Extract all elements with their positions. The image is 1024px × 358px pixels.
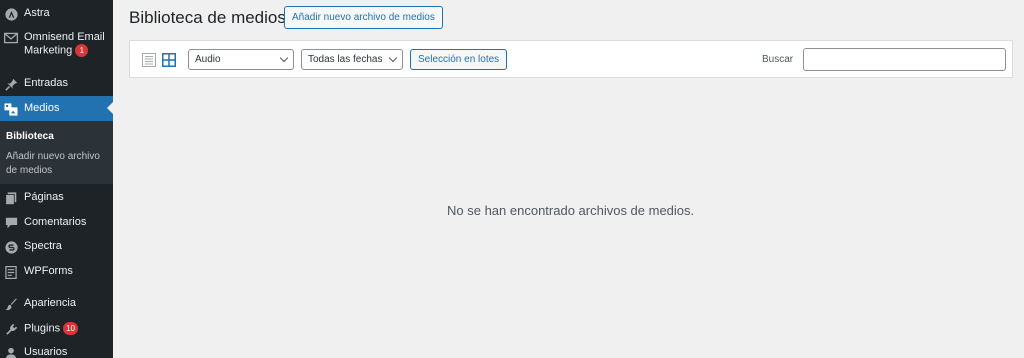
grid-view-icon[interactable] [162, 53, 176, 67]
sidebar-item-plugins[interactable]: Plugins 10 [0, 322, 113, 336]
bulk-select-button[interactable]: Selección en lotes [410, 49, 508, 70]
sidebar-item-spectra[interactable]: Spectra [0, 240, 113, 254]
notification-badge: 1 [75, 44, 89, 57]
sidebar-item-label: Apariencia [24, 297, 76, 309]
pin-icon [4, 77, 18, 91]
sidebar-item-apariencia[interactable]: Apariencia [0, 297, 113, 311]
sidebar-item-comentarios[interactable]: Comentarios [0, 216, 113, 230]
sidebar-item-label: Páginas [24, 191, 64, 203]
sidebar-item-medios[interactable]: Medios [0, 96, 113, 121]
search-label: Buscar [762, 54, 794, 65]
sidebar-item-label: Spectra [24, 240, 62, 252]
comment-icon [4, 216, 18, 230]
user-icon [4, 346, 18, 358]
chevron-down-icon [279, 53, 289, 63]
date-filter-value: Todas las fechas [308, 54, 383, 65]
sidebar-item-usuarios[interactable]: Usuarios [0, 346, 113, 358]
sidebar-item-label: WPForms [24, 265, 73, 277]
sidebar-item-entradas[interactable]: Entradas [0, 77, 113, 91]
brush-icon [4, 297, 18, 311]
chevron-down-icon [388, 53, 398, 63]
media-icon [4, 102, 18, 116]
media-toolbar: Audio Todas las fechas Selección en lote… [129, 40, 1013, 78]
sidebar-item-paginas[interactable]: Páginas [0, 191, 113, 205]
submenu-item-label: de medios [6, 165, 53, 176]
submenu-item-add-new[interactable]: Añadir nuevo archivo de medios [6, 150, 100, 178]
add-new-media-button[interactable]: Añadir nuevo archivo de medios [284, 6, 443, 29]
sidebar-item-label: Plugins [24, 322, 61, 335]
form-icon [4, 265, 18, 279]
plug-icon [4, 322, 18, 336]
sidebar-item-label: Astra [24, 7, 50, 19]
active-indicator-arrow [107, 102, 113, 114]
sidebar-item-omnisend[interactable]: Omnisend Email Marketing 1 [0, 31, 113, 57]
sidebar-item-label: Marketing [24, 44, 73, 57]
sidebar-item-label: Entradas [24, 77, 69, 89]
spectra-icon [4, 240, 18, 254]
submenu-item-label: Añadir nuevo archivo [6, 151, 100, 162]
sidebar-item-label: Comentarios [24, 216, 87, 228]
page-icon [4, 191, 18, 205]
media-type-filter-value: Audio [195, 54, 221, 65]
envelope-icon [4, 31, 18, 45]
admin-sidebar: Astra Omnisend Email Marketing 1 Entradas… [0, 0, 113, 358]
search-input[interactable] [803, 48, 1006, 71]
sidebar-submenu: Biblioteca Añadir nuevo archivo de medio… [0, 121, 113, 184]
empty-state-message: No se han encontrado archivos de medios. [447, 203, 695, 218]
sidebar-item-astra[interactable]: Astra [0, 7, 113, 21]
astra-logo-icon [4, 7, 18, 21]
sidebar-item-label: Usuarios [24, 346, 68, 358]
page-title: Biblioteca de medios [129, 8, 286, 27]
date-filter[interactable]: Todas las fechas [301, 49, 403, 70]
media-type-filter[interactable]: Audio [188, 49, 294, 70]
sidebar-item-label: Omnisend Email [24, 31, 105, 43]
sidebar-item-wpforms[interactable]: WPForms [0, 265, 113, 279]
notification-badge: 10 [63, 322, 78, 335]
submenu-item-biblioteca[interactable]: Biblioteca [6, 130, 54, 144]
list-view-icon[interactable] [142, 53, 156, 67]
sidebar-item-label: Medios [24, 102, 60, 114]
